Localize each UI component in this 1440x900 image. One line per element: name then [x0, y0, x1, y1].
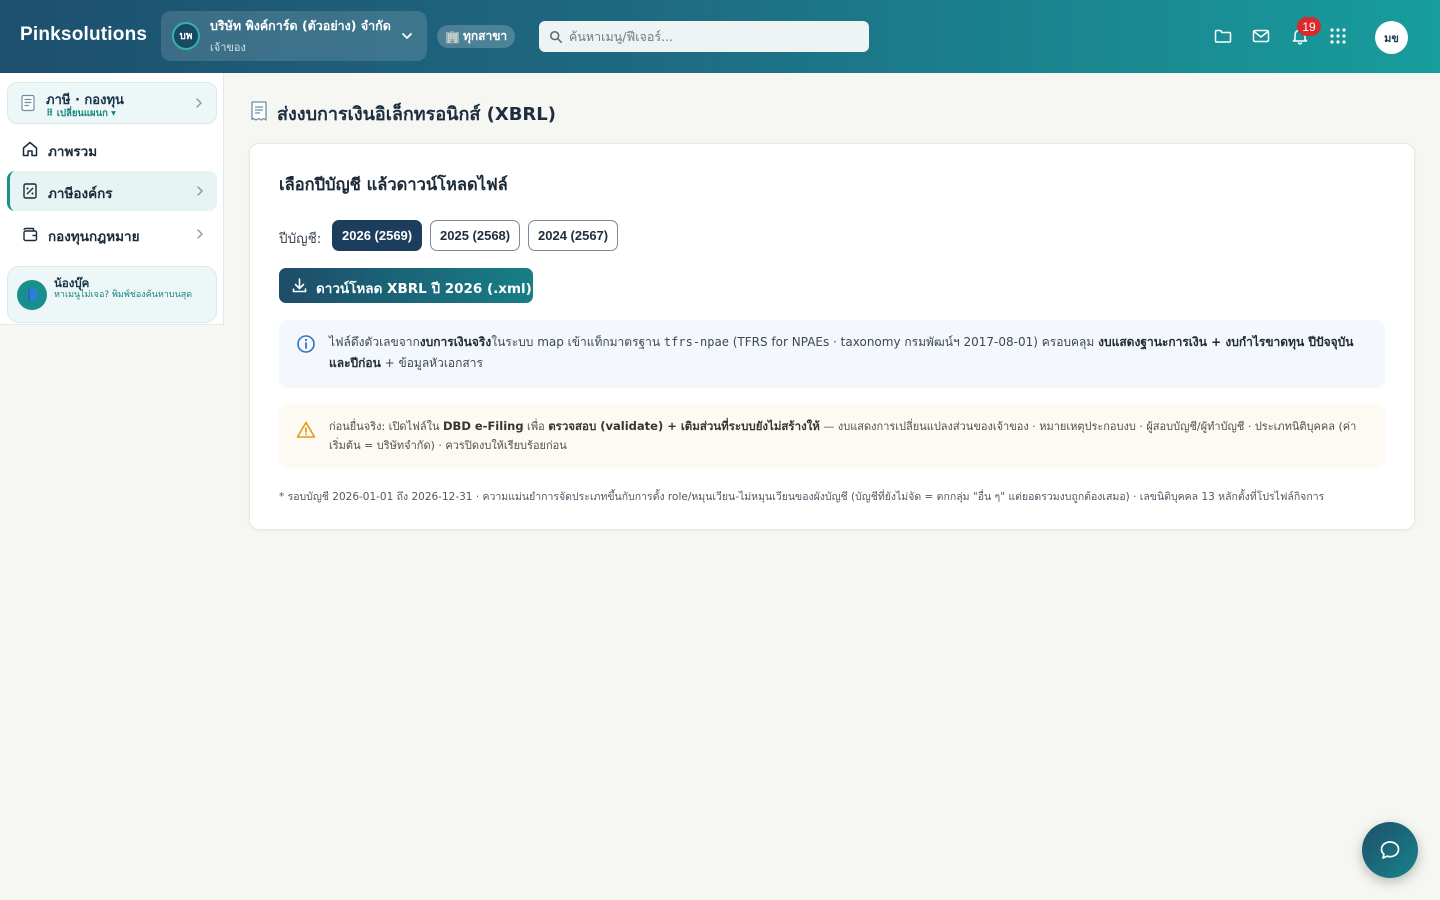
receipt-icon: [251, 101, 267, 121]
module-switch-link: ⠿ เปลี่ยนแผนก ▾: [46, 108, 116, 119]
branch-selector[interactable]: 🏢 ทุกสาขา: [437, 25, 516, 48]
sidebar-item-legal-funds[interactable]: กองทุนกฎหมาย: [7, 214, 217, 254]
warning-callout: ก่อนยื่นจริง: เปิดไฟล์ใน DBD e-Filing เพ…: [279, 404, 1385, 468]
info-icon: [297, 335, 315, 353]
card-title: เลือกปีบัญชี แล้วดาวน์โหลดไฟล์: [279, 175, 508, 194]
tax-receipt-icon: [23, 183, 37, 199]
chevron-right-icon: [196, 98, 202, 108]
search-input[interactable]: [569, 29, 859, 44]
chevron-right-icon: [197, 186, 203, 196]
search-icon: [549, 30, 563, 43]
top-navigation-bar: Pinksolutions บพ บริษัท พิงค์การ์ด (ตัวอ…: [0, 0, 1440, 73]
chat-button[interactable]: [1362, 822, 1418, 878]
user-avatar[interactable]: มข: [1375, 21, 1408, 54]
company-name: บริษัท พิงค์การ์ด (ตัวอย่าง) จำกัด: [210, 18, 391, 33]
assistant-card[interactable]: น้องบุ๊ค หาเมนูไม่เจอ? พิมพ์ช่องค้นหาบนส…: [7, 266, 217, 323]
chevron-right-icon: [197, 229, 203, 239]
apps-grid-icon[interactable]: [1328, 26, 1348, 46]
sidebar-item-overview[interactable]: ภาพรวม: [7, 129, 217, 169]
search-box[interactable]: [539, 21, 869, 52]
download-icon: [292, 278, 307, 293]
xbrl-export-card: เลือกปีบัญชี แล้วดาวน์โหลดไฟล์ ปีบัญชี: …: [249, 143, 1415, 530]
warning-icon: [296, 421, 316, 438]
sidebar-item-label: ภาษีองค์กร: [48, 186, 113, 202]
sidebar: ภาษี · กองทุน ⠿ เปลี่ยนแผนก ▾ ภาพรวม ภาษ…: [0, 73, 224, 325]
fiscal-year-label: ปีบัญชี:: [279, 231, 322, 247]
warning-text: ก่อนยื่นจริง: เปิดไฟล์ใน DBD e-Filing เพ…: [329, 419, 1357, 452]
info-text: ไฟล์ดึงตัวเลขจากงบการเงินจริงในระบบ map …: [329, 335, 1354, 370]
wallet-icon: [23, 227, 38, 242]
brand-logo[interactable]: Pinksolutions: [20, 24, 147, 46]
notification-badge: 19: [1297, 17, 1321, 36]
book-icon: [17, 280, 47, 310]
footnote: * รอบบัญชี 2026-01-01 ถึง 2026-12-31 · ค…: [279, 491, 1325, 503]
company-avatar: บพ: [172, 22, 200, 50]
folder-icon[interactable]: [1213, 26, 1233, 46]
home-icon: [22, 141, 38, 157]
branch-label: ทุกสาขา: [462, 29, 508, 43]
chat-bubble-icon: [1380, 841, 1400, 859]
mail-icon[interactable]: [1251, 26, 1271, 46]
company-role: เจ้าของ: [210, 41, 246, 54]
sidebar-item-label: กองทุนกฎหมาย: [48, 229, 140, 245]
document-icon: [21, 94, 35, 112]
assistant-hint: หาเมนูไม่เจอ? พิมพ์ช่องค้นหาบนสุด: [54, 290, 193, 300]
download-xbrl-button[interactable]: ดาวน์โหลด XBRL ปี 2026 (.xml): [279, 268, 533, 303]
year-option-2025[interactable]: 2025 (2568): [430, 220, 521, 251]
company-switcher[interactable]: บพ บริษัท พิงค์การ์ด (ตัวอย่าง) จำกัด เจ…: [161, 11, 427, 61]
building-icon: 🏢: [445, 29, 460, 44]
chevron-down-icon: [402, 33, 412, 39]
sidebar-item-corporate-tax[interactable]: ภาษีองค์กร: [7, 171, 217, 211]
page-title: ส่งงบการเงินอิเล็กทรอนิกส์ (XBRL): [277, 104, 556, 125]
module-switcher[interactable]: ภาษี · กองทุน ⠿ เปลี่ยนแผนก ▾: [7, 82, 217, 124]
year-option-2024[interactable]: 2024 (2567): [528, 220, 619, 251]
sidebar-item-label: ภาพรวม: [48, 144, 98, 160]
info-callout: ไฟล์ดึงตัวเลขจากงบการเงินจริงในระบบ map …: [279, 320, 1385, 388]
year-option-2026[interactable]: 2026 (2569): [332, 220, 423, 251]
download-button-label: ดาวน์โหลด XBRL ปี 2026 (.xml): [316, 281, 532, 297]
